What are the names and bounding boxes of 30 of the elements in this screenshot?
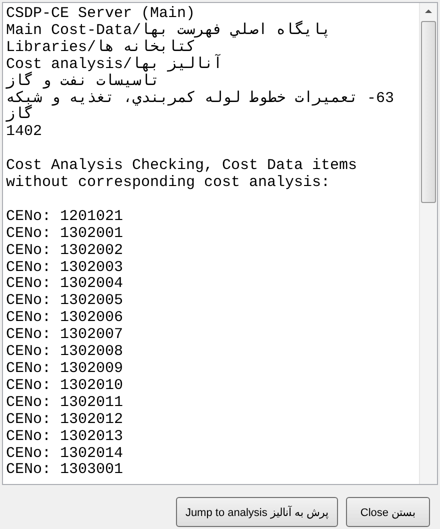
output-line: CENo: 1201021 xyxy=(6,208,124,226)
scrollbar-thumb[interactable] xyxy=(421,21,436,203)
output-line: CENo: 1302002 xyxy=(6,242,124,260)
output-line: 1402 xyxy=(6,124,44,142)
output-text-area[interactable] xyxy=(2,2,438,485)
output-line: Main Cost-Data/پايگاه اصلي فهرست بها xyxy=(6,22,332,40)
output-line: CENo: 1302008 xyxy=(6,344,124,361)
output-line: without corresponding cost analysis: xyxy=(6,175,332,192)
output-line: CENo: 1302005 xyxy=(6,293,124,310)
vertical-scrollbar[interactable] xyxy=(419,3,437,484)
output-line: CENo: 1302009 xyxy=(6,361,124,378)
output-line: CSDP-CE Server (Main) xyxy=(6,6,196,22)
output-line: CENo: 1303001 xyxy=(6,462,124,480)
output-line: CENo: 1302003 xyxy=(6,260,124,276)
output-line: CENo: 1302011 xyxy=(6,394,124,412)
output-line: CENo: 1302013 xyxy=(6,428,124,446)
output-line: CENo: 1302014 xyxy=(6,446,124,462)
output-line: CENo: 1302001 xyxy=(6,226,124,243)
output-line: Cost Analysis Checking, Cost Data items xyxy=(6,158,358,175)
output-line: CENo: 1302006 xyxy=(6,310,124,328)
output-line: Libraries/كتابخانه ها xyxy=(6,40,196,56)
output-line: تاسيسات نفت و گاز xyxy=(6,74,160,90)
dialog-button[interactable]: Jump to analysis پرش به آناليز xyxy=(176,497,338,527)
output-line: CENo: 1302004 xyxy=(6,276,124,294)
output-line: CENo: 1302007 xyxy=(6,327,124,344)
dialog-button[interactable]: Close بستن xyxy=(346,497,430,527)
output-line: Cost analysis/آناليز بها xyxy=(6,56,224,73)
output-line: گاز xyxy=(6,107,34,124)
output-line: CENo: 1302010 xyxy=(6,378,124,395)
output-line: CENo: 1302012 xyxy=(6,412,124,429)
